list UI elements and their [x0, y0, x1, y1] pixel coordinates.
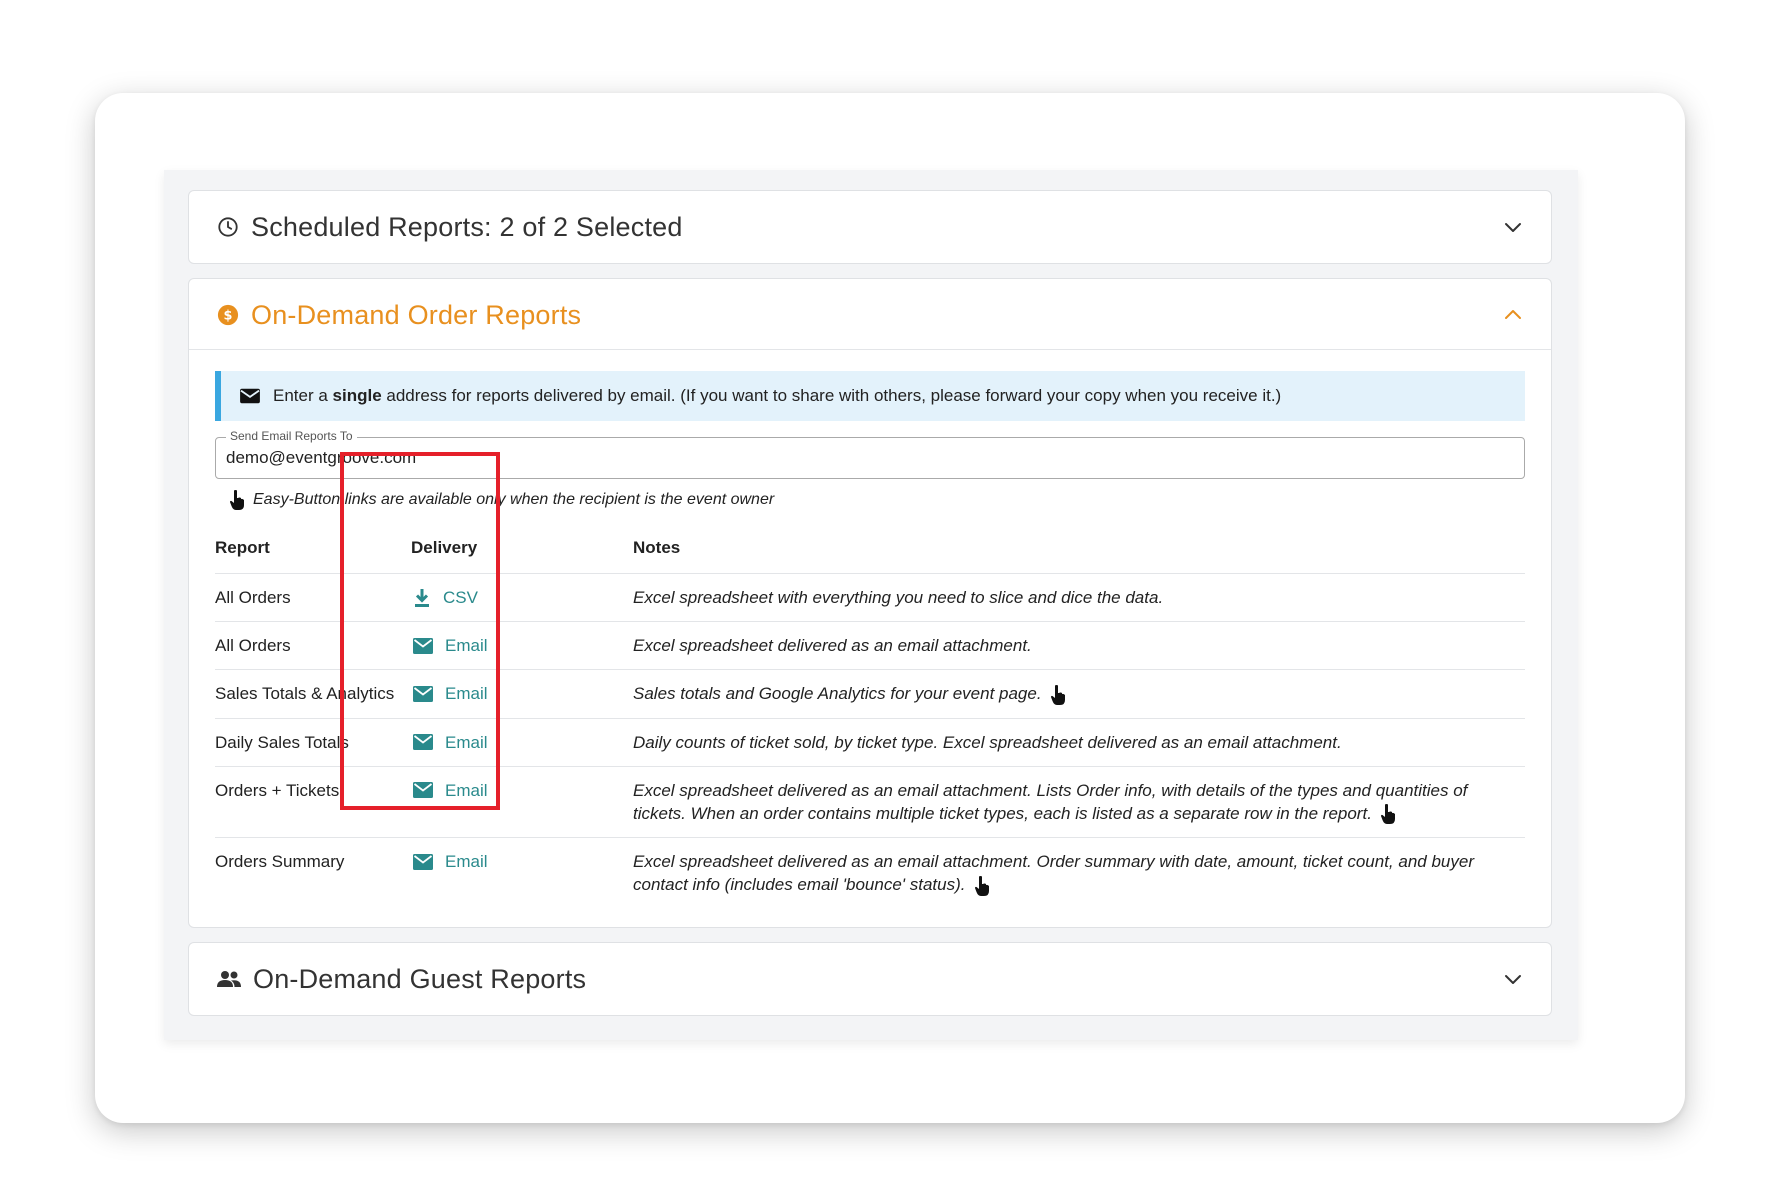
order-reports-header[interactable]: $ On-Demand Order Reports	[189, 279, 1551, 351]
pointer-hand-icon	[230, 490, 244, 510]
people-icon	[217, 971, 241, 987]
scheduled-reports-header[interactable]: Scheduled Reports: 2 of 2 Selected	[189, 191, 1551, 263]
header-notes: Notes	[633, 523, 1525, 574]
pointer-hand-icon[interactable]	[1050, 684, 1066, 706]
report-notes: Sales totals and Google Analytics for yo…	[633, 670, 1525, 718]
email-info-alert: Enter a single address for reports deliv…	[215, 371, 1525, 421]
order-reports-title: On-Demand Order Reports	[251, 299, 582, 330]
guest-reports-title: On-Demand Guest Reports	[253, 963, 587, 994]
dollar-coin-icon: $	[217, 304, 239, 326]
email-field-label: Send Email Reports To	[226, 429, 357, 443]
report-notes: Excel spreadsheet delivered as an email …	[633, 838, 1525, 909]
easy-button-hint: Easy-Button links are available only whe…	[229, 489, 774, 511]
chevron-down-icon[interactable]	[1503, 217, 1523, 237]
scheduled-reports-panel: Scheduled Reports: 2 of 2 Selected	[188, 190, 1552, 264]
report-name: Orders Summary	[215, 852, 345, 872]
panel-divider	[189, 349, 1551, 350]
envelope-icon	[240, 388, 260, 404]
delivery-label[interactable]: Email	[445, 850, 488, 873]
report-notes: Excel spreadsheet delivered as an email …	[633, 767, 1525, 838]
chevron-down-icon[interactable]	[1503, 969, 1523, 989]
guest-reports-panel: On-Demand Guest Reports	[188, 942, 1552, 1016]
alert-text: Enter a single address for reports deliv…	[273, 386, 1282, 405]
guest-reports-header[interactable]: On-Demand Guest Reports	[189, 943, 1551, 1015]
report-notes: Excel spreadsheet delivered as an email …	[633, 636, 1032, 655]
table-row: Orders Summary Email Excel spreadsheet d…	[215, 838, 1525, 909]
clock-icon	[218, 217, 238, 237]
svg-text:$: $	[224, 309, 233, 324]
delivery-email-link[interactable]: Email	[411, 838, 633, 885]
hint-text: Easy-Button links are available only whe…	[253, 491, 775, 508]
pointer-hand-icon[interactable]	[974, 875, 990, 897]
report-notes: Daily counts of ticket sold, by ticket t…	[633, 732, 1342, 752]
scheduled-reports-title: Scheduled Reports: 2 of 2 Selected	[251, 211, 683, 242]
envelope-icon	[413, 853, 433, 870]
pointer-hand-icon[interactable]	[1380, 803, 1396, 825]
report-notes: Excel spreadsheet with everything you ne…	[633, 588, 1164, 607]
delivery-column-highlight	[340, 452, 500, 810]
chevron-up-icon[interactable]	[1503, 305, 1523, 325]
